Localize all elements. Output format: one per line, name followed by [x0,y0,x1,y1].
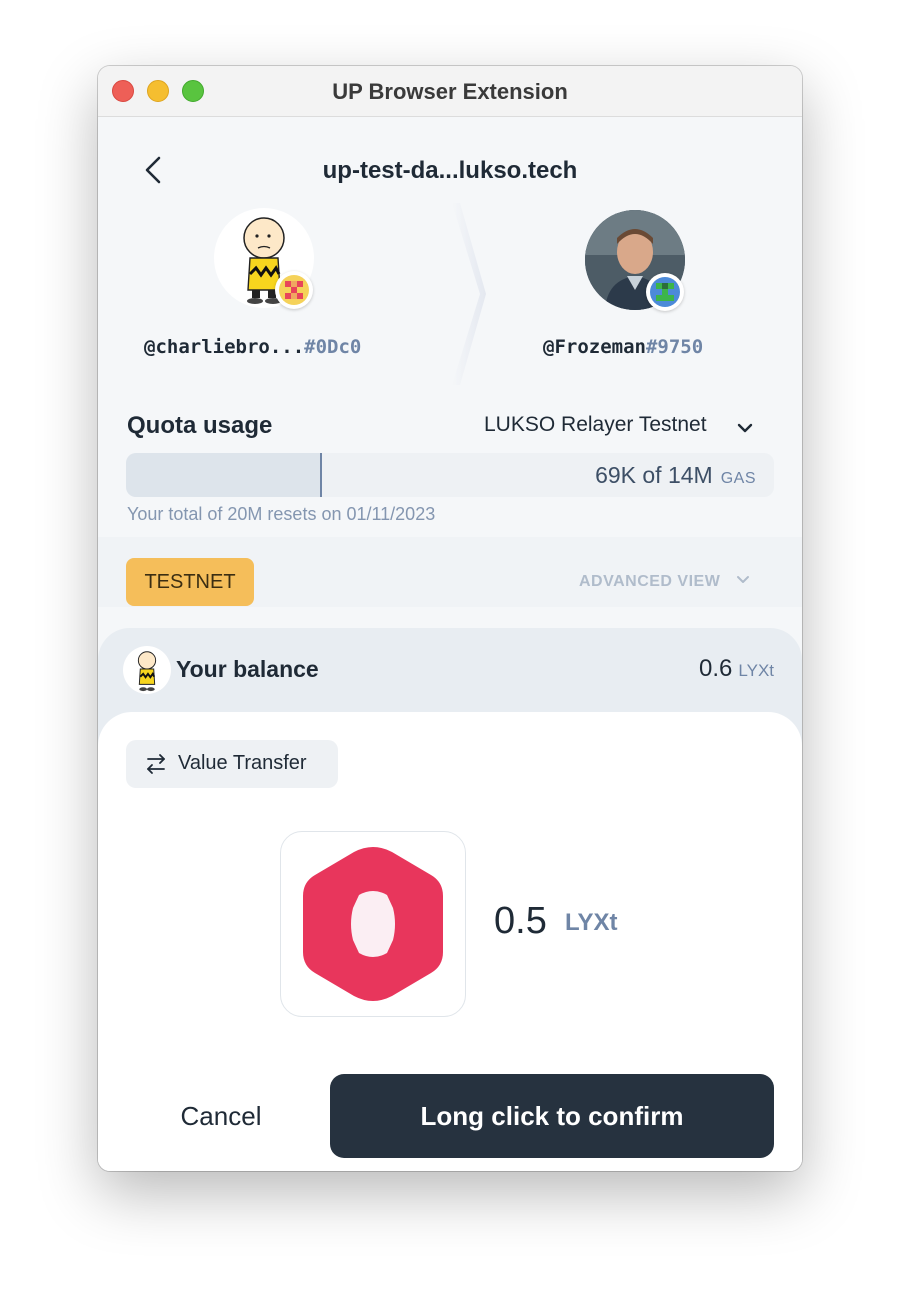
sender-handle-name: @charliebro... [144,336,305,358]
relayer-select[interactable]: LUKSO Relayer Testnet [484,413,707,437]
token-logo-box [280,831,466,1017]
balance-amount: 0.6 [699,655,733,682]
swap-arrows-icon [147,754,165,774]
sender-handle: @charliebro...#0Dc0 [144,336,361,358]
quota-used-text: 69K of 14M [595,462,713,488]
quota-progress-bar: 69K of 14M GAS [126,453,774,497]
extension-content: up-test-da...lukso.tech @charliebro...#0… [98,117,802,1171]
transaction-sheet: Value Transfer 0.5 LYXt Cancel Long clic… [98,712,802,1171]
recipient-handle-tag: #9750 [645,336,704,358]
cancel-button[interactable]: Cancel [128,1074,314,1158]
recipient-handle: @Frozeman#9750 [543,336,703,358]
value-transfer-label: Value Transfer [178,752,307,774]
quota-usage-value: 69K of 14M GAS [595,462,756,489]
advanced-view-toggle[interactable]: ADVANCED VIEW [579,572,751,591]
sender-handle-tag: #0Dc0 [304,336,362,358]
quota-progress-fill [126,453,323,497]
transfer-amount: 0.5 [494,900,547,942]
balance-value: 0.6 LYXt [699,655,774,683]
confirm-button[interactable]: Long click to confirm [330,1074,774,1158]
extension-window: UP Browser Extension up-test-da...lukso.… [98,66,802,1171]
title-bar: UP Browser Extension [98,66,802,117]
sender-identicon-badge [275,271,313,309]
advanced-view-label: ADVANCED VIEW [579,573,721,590]
recipient-identicon-badge [646,273,684,311]
site-origin: up-test-da...lukso.tech [322,157,578,184]
testnet-badge: TESTNET [126,558,254,606]
balance-avatar [123,646,171,694]
balance-label: Your balance [176,656,319,682]
direction-arrow-icon [452,203,488,385]
recipient-handle-name: @Frozeman [543,336,646,358]
recipient-profile[interactable] [582,207,688,313]
quota-unit: GAS [720,470,756,487]
quota-title: Quota usage [127,412,273,439]
balance-unit: LYXt [738,661,774,680]
transfer-unit: LYXt [565,909,618,936]
quota-reset-note: Your total of 20M resets on 01/11/2023 [127,504,436,524]
chevron-down-icon [737,576,750,583]
chevron-down-icon[interactable] [736,419,754,437]
sender-profile[interactable] [211,205,317,311]
window-title: UP Browser Extension [332,79,568,104]
lukso-token-icon [303,847,443,1001]
value-transfer-chip: Value Transfer [126,740,338,788]
